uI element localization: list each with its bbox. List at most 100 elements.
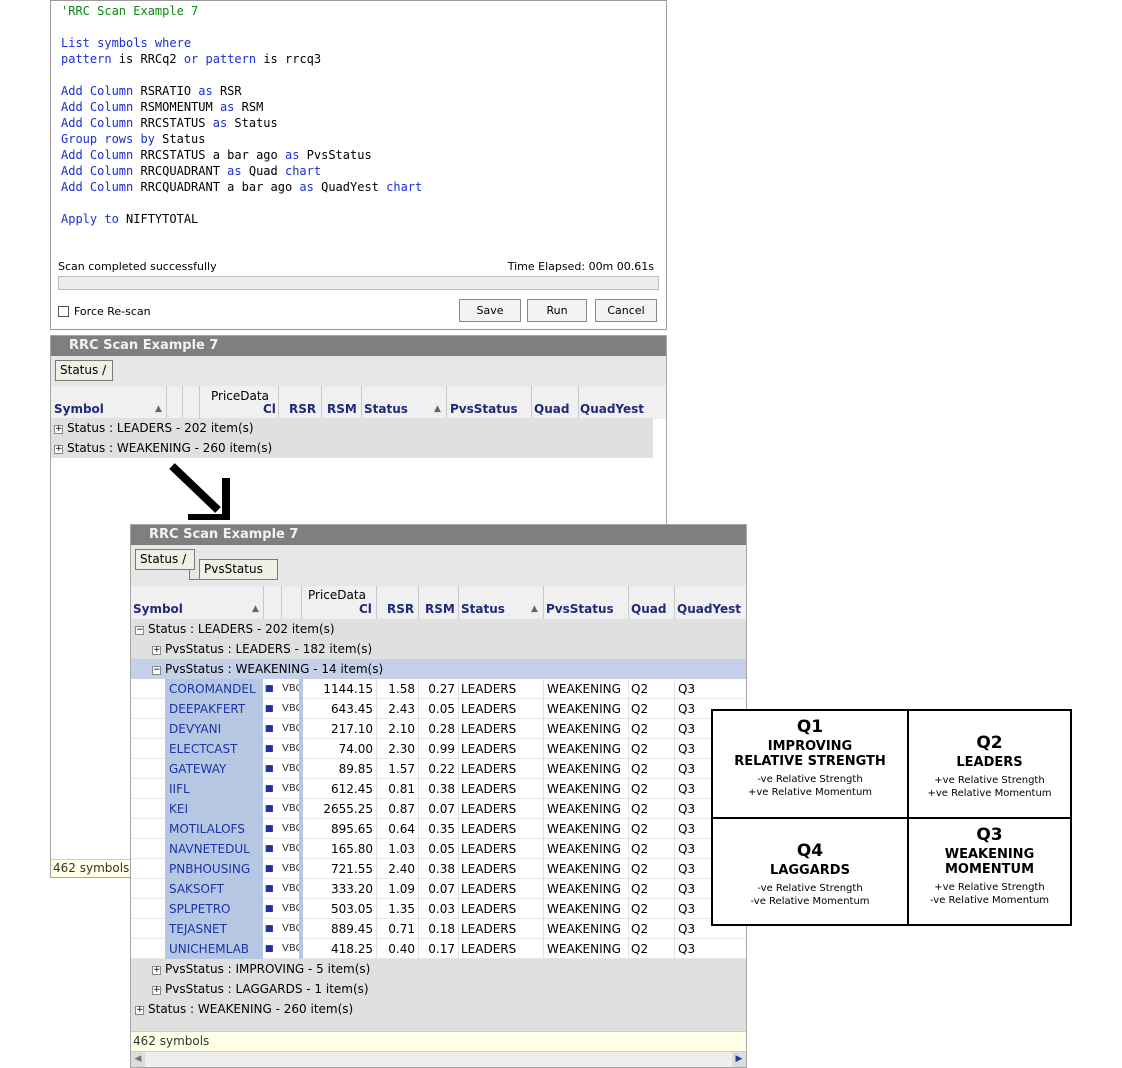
collapse-icon[interactable]: −: [152, 666, 161, 675]
expand-icon[interactable]: +: [54, 445, 63, 454]
cancel-button[interactable]: Cancel: [595, 299, 657, 322]
symbol-cell[interactable]: GATEWAY: [165, 759, 263, 779]
table-row[interactable]: SPLPETRO ▮▮▮ VBC 503.05 1.35 0.03 LEADERS WEAKE…: [131, 899, 746, 919]
header-quad[interactable]: Quad: [631, 602, 666, 617]
header-cl[interactable]: Cl: [359, 602, 372, 617]
bar-chart-icon[interactable]: ▮▮▮: [265, 799, 274, 819]
symbol-cell[interactable]: IIFL: [165, 779, 263, 799]
group-row-leaders[interactable]: + Status : LEADERS - 202 item(s): [51, 418, 653, 438]
table-row[interactable]: DEVYANI ▮▮▮ VBC 217.10 2.10 0.28 LEADERS WEAKEN…: [131, 719, 746, 739]
symbol-cell[interactable]: UNICHEMLAB: [165, 939, 263, 959]
symbol-cell[interactable]: SAKSOFT: [165, 879, 263, 899]
status-cell: LEADERS: [461, 822, 517, 836]
bar-chart-icon[interactable]: ▮▮▮: [265, 839, 274, 859]
subgroup-row-laggards[interactable]: + PvsStatus : LAGGARDS - 1 item(s): [131, 979, 746, 999]
table-row[interactable]: MOTILALOFS ▮▮▮ VBC 895.65 0.64 0.35 LEADERS WEA…: [131, 819, 746, 839]
bar-chart-icon[interactable]: ▮▮▮: [265, 939, 274, 959]
symbol-cell[interactable]: PNBHOUSING: [165, 859, 263, 879]
table-row[interactable]: TEJASNET ▮▮▮ VBC 889.45 0.71 0.18 LEADERS WEAKE…: [131, 919, 746, 939]
group-row-weakening[interactable]: + Status : WEAKENING - 260 item(s): [51, 438, 653, 458]
sort-asc-icon: ▲: [252, 604, 259, 614]
table-row[interactable]: GATEWAY ▮▮▮ VBC 89.85 1.57 0.22 LEADERS WEAKENI…: [131, 759, 746, 779]
subgroup-row-leaders[interactable]: + PvsStatus : LEADERS - 182 item(s): [131, 639, 746, 659]
force-rescan-option[interactable]: Force Re-scan: [58, 305, 151, 318]
bar-chart-icon[interactable]: ▮▮▮: [265, 819, 274, 839]
collapse-icon[interactable]: −: [135, 626, 144, 635]
table-row[interactable]: NAVNETEDUL ▮▮▮ VBC 165.80 1.03 0.05 LEADERS WEA…: [131, 839, 746, 859]
header-status[interactable]: Status: [461, 602, 505, 617]
bar-chart-icon[interactable]: ▮▮▮: [265, 879, 274, 899]
scan-code-editor[interactable]: 'RRC Scan Example 7 List symbols where pat…: [61, 3, 422, 227]
code-line: Add Column RRCSTATUS a bar ago as PvsSta…: [61, 148, 372, 162]
horizontal-scrollbar[interactable]: ◀ ▶: [131, 1051, 746, 1067]
header-rsr[interactable]: RSR: [387, 602, 414, 617]
save-button[interactable]: Save: [459, 299, 521, 322]
symbol-cell[interactable]: TEJASNET: [165, 919, 263, 939]
bar-chart-icon[interactable]: ▮▮▮: [265, 699, 274, 719]
code-line: Add Column RSMOMENTUM as RSM: [61, 100, 264, 114]
header-quadyest[interactable]: QuadYest: [580, 402, 644, 417]
table-row[interactable]: COROMANDEL ▮▮▮ VBC 1144.15 1.58 0.27 LEADERS WE…: [131, 679, 746, 699]
subgroup-row-improving[interactable]: + PvsStatus : IMPROVING - 5 item(s): [131, 959, 746, 979]
rsr-cell: 0.81: [388, 782, 415, 796]
table-row[interactable]: PNBHOUSING ▮▮▮ VBC 721.55 2.40 0.38 LEADERS WEA…: [131, 859, 746, 879]
header-cl[interactable]: Cl: [263, 402, 276, 417]
symbol-cell[interactable]: KEI: [165, 799, 263, 819]
header-quad[interactable]: Quad: [534, 402, 569, 417]
scroll-left-icon[interactable]: ◀: [131, 1052, 145, 1067]
expand-icon[interactable]: +: [152, 986, 161, 995]
bar-chart-icon[interactable]: ▮▮▮: [265, 779, 274, 799]
header-status[interactable]: Status: [364, 402, 408, 417]
close-cell: 418.25: [331, 942, 373, 956]
symbol-cell[interactable]: NAVNETEDUL: [165, 839, 263, 859]
header-quadyest[interactable]: QuadYest: [677, 602, 741, 617]
bar-chart-icon[interactable]: ▮▮▮: [265, 679, 274, 699]
expand-icon[interactable]: +: [152, 966, 161, 975]
bar-chart-icon[interactable]: ▮▮▮: [265, 719, 274, 739]
table-row[interactable]: DEEPAKFERT ▮▮▮ VBC 643.45 2.43 0.05 LEADERS WEA…: [131, 699, 746, 719]
group-row-weakening[interactable]: + Status : WEAKENING - 260 item(s): [131, 999, 746, 1019]
force-rescan-checkbox[interactable]: [58, 306, 69, 317]
bar-chart-icon[interactable]: ▮▮▮: [265, 859, 274, 879]
header-symbol[interactable]: Symbol: [133, 602, 183, 617]
rsm-cell: 0.28: [428, 722, 455, 736]
group-chip-status[interactable]: Status /: [55, 360, 113, 381]
sort-asc-icon: ▲: [434, 404, 441, 414]
symbol-cell[interactable]: COROMANDEL: [165, 679, 263, 699]
symbol-cell[interactable]: ELECTCAST: [165, 739, 263, 759]
bar-chart-icon[interactable]: ▮▮▮: [265, 899, 274, 919]
header-pvsstatus[interactable]: PvsStatus: [450, 402, 518, 417]
header-rsm[interactable]: RSM: [425, 602, 455, 617]
quadyest-cell: Q3: [678, 742, 696, 756]
scroll-right-icon[interactable]: ▶: [732, 1052, 746, 1067]
subgroup-row-weakening[interactable]: − PvsStatus : WEAKENING - 14 item(s): [131, 659, 746, 679]
expand-icon[interactable]: +: [135, 1006, 144, 1015]
quad-cell: Q2: [631, 922, 649, 936]
table-row[interactable]: KEI ▮▮▮ VBC 2655.25 0.87 0.07 LEADERS WEAKENING…: [131, 799, 746, 819]
symbol-cell[interactable]: DEVYANI: [165, 719, 263, 739]
bar-chart-icon[interactable]: ▮▮▮: [265, 759, 274, 779]
group-chip-status[interactable]: Status /: [135, 549, 195, 570]
rsr-cell: 2.30: [388, 742, 415, 756]
group-chip-pvsstatus[interactable]: PvsStatus: [199, 559, 278, 580]
group-row-leaders[interactable]: − Status : LEADERS - 202 item(s): [131, 619, 746, 639]
rsr-cell: 0.71: [388, 922, 415, 936]
header-symbol[interactable]: Symbol: [54, 402, 104, 417]
table-row[interactable]: IIFL ▮▮▮ VBC 612.45 0.81 0.38 LEADERS WEAKENING…: [131, 779, 746, 799]
expand-icon[interactable]: +: [54, 425, 63, 434]
table-row[interactable]: UNICHEMLAB ▮▮▮ VBC 418.25 0.40 0.17 LEADERS WEA…: [131, 939, 746, 959]
header-rsm[interactable]: RSM: [327, 402, 357, 417]
header-pvsstatus[interactable]: PvsStatus: [546, 602, 614, 617]
bar-chart-icon[interactable]: ▮▮▮: [265, 739, 274, 759]
table-row[interactable]: ELECTCAST ▮▮▮ VBC 74.00 2.30 0.99 LEADERS WEAKE…: [131, 739, 746, 759]
bar-chart-icon[interactable]: ▮▮▮: [265, 919, 274, 939]
run-button[interactable]: Run: [527, 299, 587, 322]
status-cell: LEADERS: [461, 782, 517, 796]
symbol-cell[interactable]: DEEPAKFERT: [165, 699, 263, 719]
symbol-cell[interactable]: MOTILALOFS: [165, 819, 263, 839]
header-rsr[interactable]: RSR: [289, 402, 316, 417]
expand-icon[interactable]: +: [152, 646, 161, 655]
status-cell: LEADERS: [461, 942, 517, 956]
symbol-cell[interactable]: SPLPETRO: [165, 899, 263, 919]
table-row[interactable]: SAKSOFT ▮▮▮ VBC 333.20 1.09 0.07 LEADERS WEAKEN…: [131, 879, 746, 899]
